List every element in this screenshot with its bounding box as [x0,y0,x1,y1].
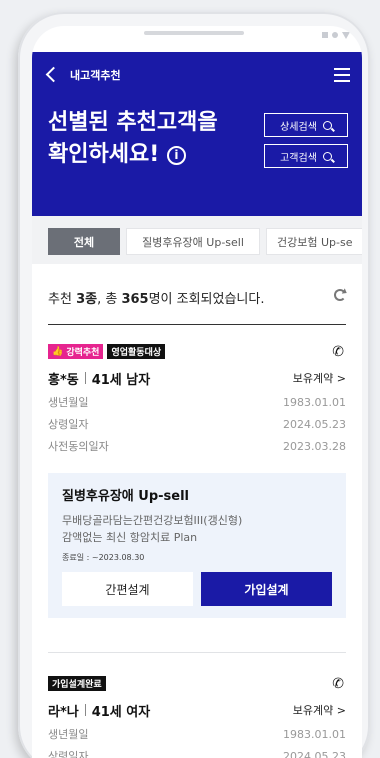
separator [84,704,86,716]
plan-subtitle: 감액없는 최신 항암치료 Plan [62,531,198,544]
badge-group: 👍 강력추천 영업활동대상 [48,344,346,359]
search-icon [322,151,332,161]
customer-name-row: 라*나 41세 여자 보유계약 > [48,701,346,720]
app-screen: 내고객추천 선별된 추천고객을 확인하세요! i 상세검색 고객검색 전체 질병… [32,26,362,758]
detail-search-label: 상세검색 [280,121,317,133]
join-design-button[interactable]: 가입설계 [201,572,332,606]
simple-design-button[interactable]: 간편설계 [62,572,193,606]
tab-health-upsell[interactable]: 건강보험 Up-se [266,228,362,255]
result-summary: 추천 3종, 총 365명이 조회되었습니다. [48,288,264,307]
battery-icon [342,32,350,39]
status-bar [322,32,350,39]
page-title: 내고객추천 [70,69,121,82]
detail-label: 상령일자 [48,418,89,431]
hamburger-menu-icon[interactable] [334,68,350,82]
sales-target-badge: 영업활동대상 [107,344,166,359]
headline: 선별된 추천고객을 확인하세요! i [48,107,218,171]
customer-age-gender: 41세 남자 [91,372,151,388]
detail-label: 상령일자 [48,750,89,758]
detail-label: 생년월일 [48,396,89,409]
customer-search-label: 고객검색 [280,152,317,164]
phone-call-icon[interactable]: ✆ [332,344,344,360]
detail-label: 사전동의일자 [48,440,109,453]
badge-group: 가입설계완료 [48,676,346,691]
detail-row: 사전동의일자 2023.03.28 [48,435,346,457]
customer-age-gender: 41세 여자 [91,704,151,720]
phone-call-icon[interactable]: ✆ [332,676,344,692]
divider [48,652,346,653]
detail-row: 생년월일 1983.01.01 [48,723,346,745]
recommended-plan-box: 질병후유장애 Up-sell 무배당골라담는간편건강보험III(갱신형) 감액없… [48,473,346,618]
summary-types: 3종 [76,292,98,307]
device-speaker [144,31,244,35]
plan-end-date: 종료일 : ~2023.08.30 [62,553,145,562]
filter-tabs: 전체 질병후유장애 Up-sell 건강보험 Up-se [32,216,362,264]
divider [48,324,346,325]
contracts-link[interactable]: 보유계약 > [293,702,346,718]
detail-value: 1983.01.01 [283,727,346,741]
summary-prefix: 추천 [48,292,77,307]
plan-product-name: 무배당골라담는간편건강보험III(갱신형) [62,514,243,527]
detail-search-button[interactable]: 상세검색 [264,113,348,137]
detail-value: 1983.01.01 [283,395,346,409]
headline-line1: 선별된 추천고객을 [48,110,218,135]
detail-row: 상령일자 2024.05.23 [48,745,346,758]
detail-value: 2024.05.23 [283,749,346,758]
strong-recommend-badge: 👍 강력추천 [48,344,104,359]
customer-details: 생년월일 1983.01.01 상령일자 2024.05.23 [48,723,346,758]
detail-value: 2023.03.28 [283,439,346,453]
plan-description: 무배당골라담는간편건강보험III(갱신형) 감액없는 최신 항암치료 Plan [62,512,332,546]
plan-actions: 간편설계 가입설계 [62,572,332,606]
customer-card: 👍 강력추천 영업활동대상 ✆ 홍*동 41세 남자 보유계약 > 생년월일 19… [48,344,346,618]
customer-name: 홍*동 [48,372,79,388]
customer-card: 가입설계완료 ✆ 라*나 41세 여자 보유계약 > 생년월일 1983.01.0… [48,676,346,758]
separator [84,372,86,384]
summary-count: 365 [121,292,149,307]
search-buttons: 상세검색 고객검색 [264,113,348,168]
back-arrow-icon[interactable] [42,64,64,86]
detail-row: 생년월일 1983.01.01 [48,391,346,413]
detail-row: 상령일자 2024.05.23 [48,413,346,435]
customer-search-button[interactable]: 고객검색 [264,144,348,168]
summary-suffix: 명이 조회되었습니다. [148,292,265,307]
tab-all[interactable]: 전체 [48,228,120,255]
badge-label: 강력추천 [66,348,100,358]
top-nav: 내고객추천 [42,64,350,86]
refresh-icon[interactable] [334,289,346,301]
hero-header: 내고객추천 선별된 추천고객을 확인하세요! i 상세검색 고객검색 [32,52,362,216]
summary-middle: , 총 [97,292,122,307]
search-icon [322,120,332,130]
plan-title: 질병후유장애 Up-sell [62,489,190,504]
customer-details: 생년월일 1983.01.01 상령일자 2024.05.23 사전동의일자 2023… [48,391,346,457]
customer-name-row: 홍*동 41세 남자 보유계약 > [48,369,346,388]
detail-value: 2024.05.23 [283,417,346,431]
headline-line2: 확인하세요! [48,142,160,167]
detail-label: 생년월일 [48,728,89,741]
signal-icon [322,32,328,38]
tab-disability-upsell[interactable]: 질병후유장애 Up-sell [126,228,260,255]
info-icon[interactable]: i [166,146,186,165]
wifi-icon [332,32,338,38]
customer-name: 라*나 [48,704,79,720]
contracts-link[interactable]: 보유계약 > [293,370,346,386]
design-complete-badge: 가입설계완료 [48,676,106,691]
